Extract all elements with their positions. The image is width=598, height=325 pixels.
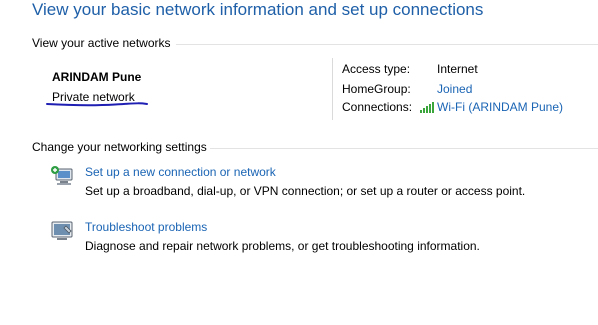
network-setup-icon bbox=[51, 166, 73, 185]
setup-connection-description: Set up a broadband, dial-up, or VPN conn… bbox=[85, 184, 526, 198]
network-name: ARINDAM Pune bbox=[52, 70, 142, 84]
troubleshoot-icon bbox=[51, 221, 73, 240]
networking-settings-header: Change your networking settings bbox=[32, 140, 207, 154]
access-type-label: Access type: bbox=[342, 62, 411, 76]
active-networks-header: View your active networks bbox=[32, 36, 171, 50]
troubleshoot-description: Diagnose and repair network problems, or… bbox=[85, 239, 480, 253]
connections-label: Connections: bbox=[342, 100, 413, 114]
wifi-signal-icon bbox=[420, 102, 434, 113]
page-title: View your basic network information and … bbox=[32, 0, 484, 19]
troubleshoot-link[interactable]: Troubleshoot problems bbox=[85, 220, 207, 234]
homegroup-label: HomeGroup: bbox=[342, 82, 411, 96]
section-divider bbox=[210, 148, 598, 149]
connection-wifi-link[interactable]: Wi-Fi (ARINDAM Pune) bbox=[437, 100, 563, 114]
setup-connection-link[interactable]: Set up a new connection or network bbox=[85, 165, 276, 179]
section-divider bbox=[176, 44, 598, 45]
handwritten-underline bbox=[46, 102, 148, 107]
details-separator bbox=[332, 58, 333, 120]
homegroup-link[interactable]: Joined bbox=[437, 82, 472, 96]
access-type-value: Internet bbox=[437, 62, 478, 76]
